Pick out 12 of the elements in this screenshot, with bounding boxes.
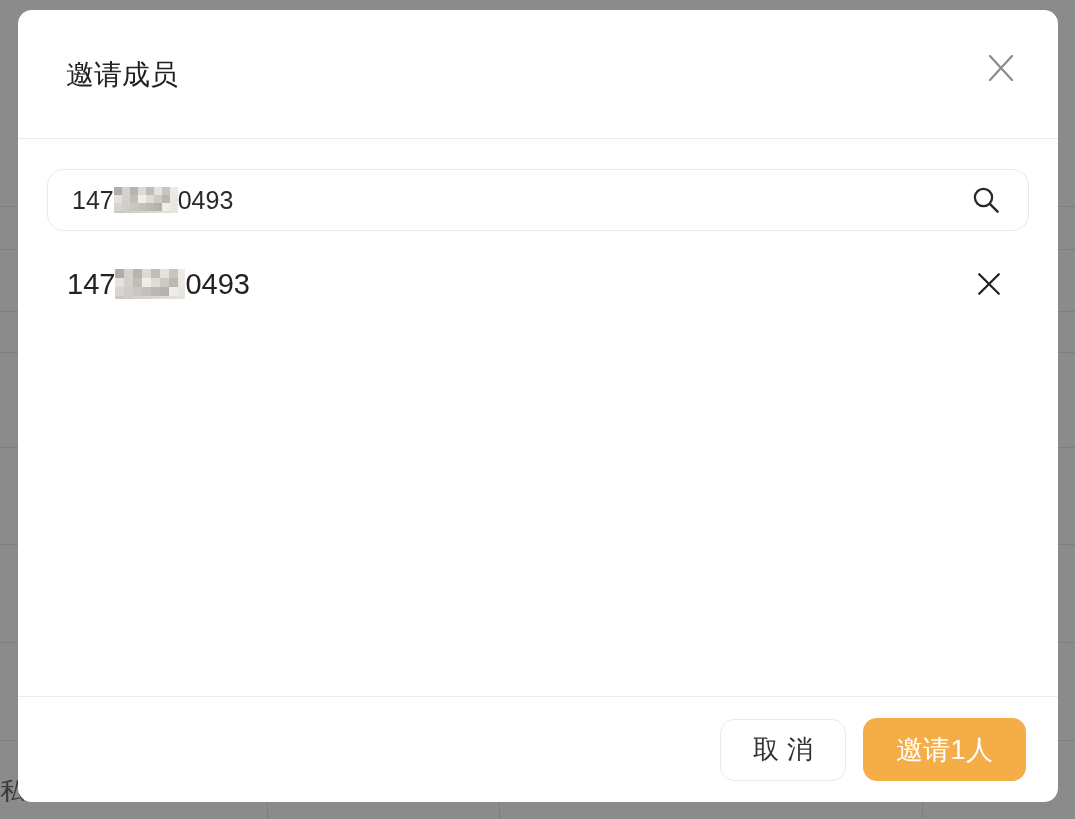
pixelated-redaction: [115, 269, 186, 299]
remove-icon[interactable]: [978, 273, 1000, 295]
search-field[interactable]: 147 0493: [47, 169, 1029, 231]
pixelated-redaction: [113, 187, 178, 213]
search-query-text: 147: [72, 187, 114, 213]
phone-number-text: 0493: [185, 269, 250, 299]
close-icon[interactable]: [989, 55, 1013, 81]
phone-number-text: 147: [67, 269, 116, 299]
search-query-text: 0493: [177, 187, 234, 213]
cancel-button[interactable]: 取 消: [720, 718, 846, 781]
dialog-title: 邀请成员: [66, 61, 178, 89]
search-icon[interactable]: [973, 187, 999, 213]
